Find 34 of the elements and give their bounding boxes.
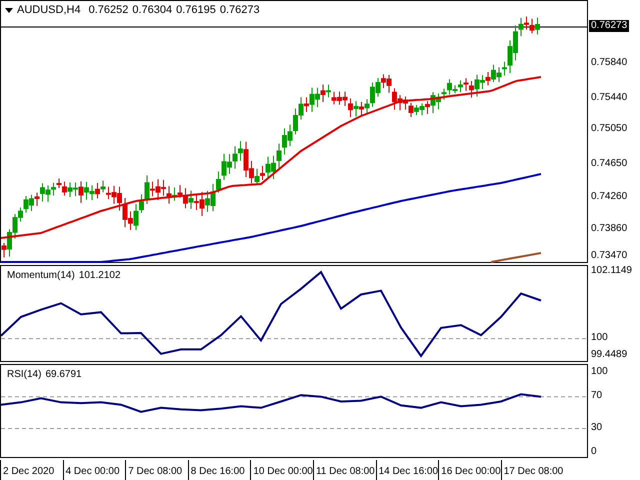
time-axis-label: 16 Dec 00:00 [441,466,501,478]
time-axis-label: 17 Dec 08:00 [504,466,564,478]
time-axis-label: 10 Dec 00:00 [253,466,313,478]
time-axis-label: 2 Dec 2020 [3,466,56,478]
axis-label: 30 [591,422,602,434]
current-price-label: 0.76273 [589,20,630,32]
price-axis-label: 0.73860 [591,223,628,235]
axis-label: 100 [591,332,608,344]
time-axis-label: 11 Dec 08:00 [316,466,376,478]
ohlc-value: 0.76195 [176,4,216,17]
ohlc-value: 0.76252 [88,4,128,17]
axis-label: 0 [591,446,597,458]
price-axis-label: 0.73470 [591,250,628,262]
time-axis-label: 4 Dec 00:00 [66,466,121,478]
price-axis-label: 0.75840 [591,57,628,69]
indicator-reading: 101.2102 [78,270,121,282]
axis-label: 70 [591,390,602,402]
ohlc-value: 0.76304 [132,4,172,17]
symbol-label: AUDUSD,H4 [17,4,81,17]
dropdown-arrow-icon[interactable] [5,8,13,13]
price-axis-label: 0.74650 [591,158,628,170]
indicator-reading: 69.6791 [45,369,82,382]
price-axis-label: 0.74260 [591,191,628,203]
time-axis-label: 14 Dec 16:00 [378,466,438,478]
axis-label: 99.4489 [591,348,628,361]
price-axis-label: 0.75050 [591,123,628,135]
ohlc-value: 0.76273 [220,4,260,17]
axis-label: 102.1149 [591,264,632,277]
time-axis-label: 7 Dec 08:00 [128,466,184,478]
indicator-name: Momentum(14) [7,270,75,282]
indicator-name: RSI(14) [7,369,42,382]
price-axis-label: 0.75440 [591,92,628,104]
time-axis-label: 8 Dec 16:00 [190,466,246,478]
axis-label: 100 [591,366,608,378]
